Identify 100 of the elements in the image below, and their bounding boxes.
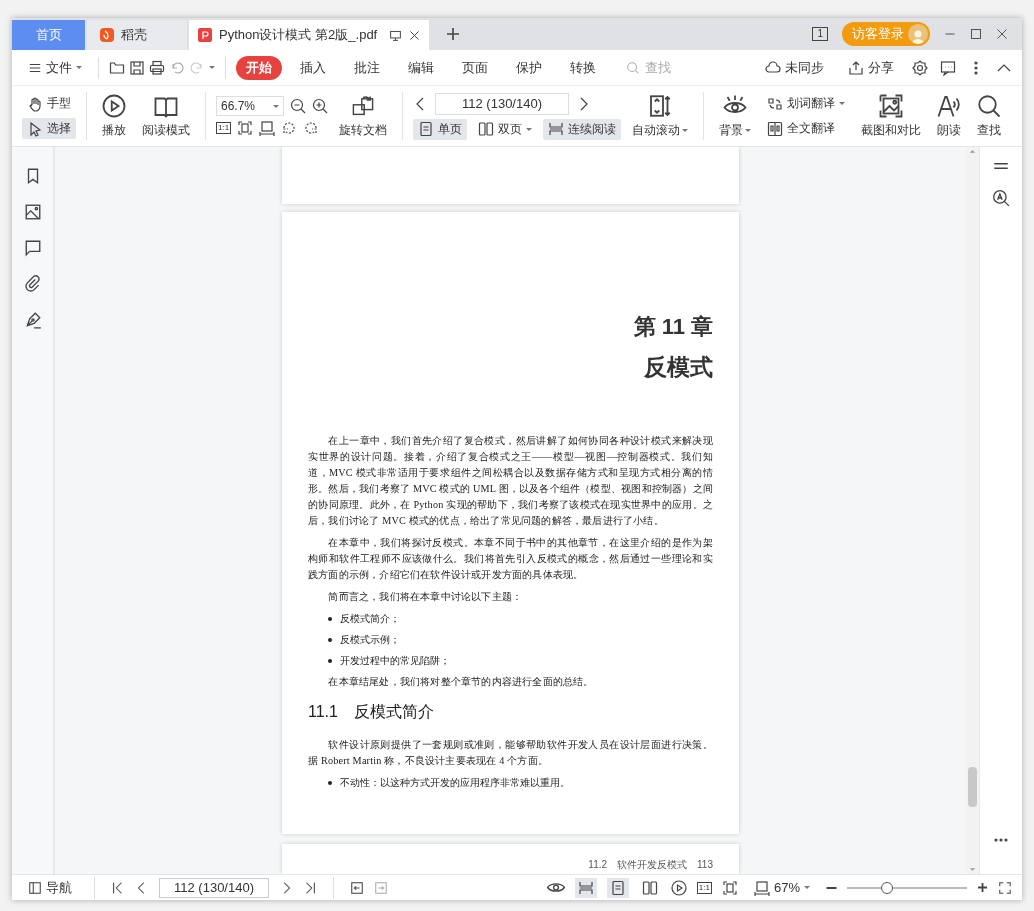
read-aloud-icon xyxy=(937,93,961,118)
hand-icon xyxy=(27,95,43,112)
page-number-field[interactable]: 112 (130/140) xyxy=(159,877,269,898)
ribbon-tab[interactable]: 开始 xyxy=(236,55,282,80)
rotate-document-icon xyxy=(351,93,375,118)
translate-button[interactable]: 划词翻译 xyxy=(762,93,850,114)
forward-icon xyxy=(374,880,388,895)
close-icon xyxy=(408,28,422,42)
caret-down-icon xyxy=(745,128,751,132)
zoom-dropdown[interactable]: 67% xyxy=(747,876,816,899)
bullet-icon xyxy=(328,659,332,663)
fit-page-icon xyxy=(721,879,738,896)
body-paragraph: 在本章结尾处，我们将对整个章节的内容进行全面的总结。 xyxy=(327,675,595,689)
plus-icon xyxy=(445,26,462,42)
pen-icon xyxy=(23,311,42,329)
play-icon xyxy=(102,93,126,118)
chapter-title: 反模式 xyxy=(643,353,713,382)
auto-scroll-button[interactable]: 自动滚动 xyxy=(627,91,693,141)
zoom-dropdown[interactable]: 66.7% xyxy=(216,96,284,116)
cursor-tool-button[interactable]: 手型 xyxy=(22,93,76,114)
window-count-badge[interactable]: 1 xyxy=(812,27,828,41)
bullet-icon xyxy=(328,617,332,621)
continuous-page-icon xyxy=(548,121,564,137)
fullscreen-icon xyxy=(998,880,1012,895)
body-paragraph: 在上一章中，我们首先介绍了复合模式，然后讲解了如何协同各种设计模式来解决现实世界的设计问题。接着，介绍了复合模式之王——模型—视图—控制器模式。我们知道，MVC 模式非常适用于要求组件之间松耦合以及数据存储方式和呈现方式相分离的情形。然后，我们考察了 MVC 模式的 UML 图，以及各个组件（模型、视图和控制器）之间的协同原理。此外，在 Python 实现的帮助下，我们考察了该模式在现实世界中的应用。之后，我们讨论了 MVC 模式的优点，给出了常见问题的解答，最后进行了小结。 xyxy=(308,434,713,528)
paperclip-icon xyxy=(23,275,42,293)
caret-down-icon xyxy=(273,104,279,108)
slider-thumb[interactable] xyxy=(880,881,893,894)
page-header-text: 11.2 软件开发反模式 113 xyxy=(588,858,713,872)
zoom-in-icon xyxy=(977,882,988,893)
search-field[interactable]: 查找 xyxy=(626,59,687,76)
pointer-icon xyxy=(27,120,43,137)
ribbon-tab[interactable]: 批注 xyxy=(344,55,390,80)
double-page-icon xyxy=(641,879,658,896)
section-heading: 11.1 反模式简介 xyxy=(308,702,435,722)
ribbon-tab[interactable]: 编辑 xyxy=(398,55,444,80)
ribbon-tab[interactable]: 插入 xyxy=(290,55,336,80)
translate-button[interactable]: 全文翻译 xyxy=(762,118,850,139)
page-mode-button[interactable]: 双页 xyxy=(473,118,537,140)
auto-scroll-icon xyxy=(648,93,672,118)
back-icon xyxy=(350,880,364,895)
document-tab[interactable]: Python设计模式 第2版_.pdf xyxy=(189,20,430,50)
last-page-icon xyxy=(303,880,317,895)
bullet-icon xyxy=(328,781,332,785)
caret-down-icon xyxy=(804,886,810,889)
continuous-page-icon xyxy=(577,879,594,896)
view-mode-button[interactable]: 播放 xyxy=(97,91,131,141)
share-button[interactable]: 分享 xyxy=(842,55,900,80)
caret-down-icon xyxy=(76,66,82,69)
flame-logo-icon xyxy=(99,27,115,43)
ribbon-tab[interactable]: 转换 xyxy=(560,55,606,80)
rotate-document-button[interactable]: 旋转文档 xyxy=(334,91,392,141)
screenshot-icon xyxy=(879,93,903,118)
page-mode-button[interactable]: 单页 xyxy=(413,118,467,140)
body-paragraph: 软件设计原则提供了一套规则或准则，能够帮助软件开发人员在设计层面进行决策。据 Robert Martin 称，不良设计主要表现在 4 个方面。 xyxy=(308,738,713,768)
pdf-file-icon xyxy=(197,27,213,43)
view-mode-button[interactable]: 阅读模式 xyxy=(137,91,195,141)
tool-button[interactable]: 查找 xyxy=(972,91,1006,141)
caret-down-icon xyxy=(209,66,215,69)
print-icon xyxy=(149,59,165,76)
play-icon xyxy=(670,879,687,896)
list-item-text: 反模式简介； xyxy=(340,612,400,626)
list-item-text: 反模式示例； xyxy=(340,633,400,647)
fit-width-icon xyxy=(259,120,276,136)
zoom-out-icon xyxy=(290,98,306,114)
rotate-counterclockwise-icon xyxy=(303,120,320,136)
single-page-icon xyxy=(609,879,626,896)
navigation-button[interactable]: 导航 xyxy=(22,875,78,900)
scroll-thumb[interactable] xyxy=(968,767,977,807)
page-number-field[interactable]: 112 (130/140) xyxy=(435,92,569,115)
comment-icon xyxy=(23,239,42,257)
message-icon xyxy=(940,59,956,76)
maximize-icon xyxy=(970,28,982,40)
list-item-text: 开发过程中的常见陷阱； xyxy=(340,654,450,668)
save-icon xyxy=(129,59,145,76)
first-page-icon xyxy=(111,880,125,895)
zoom-out-icon xyxy=(826,886,837,889)
document-tab[interactable]: 稻壳 xyxy=(87,20,187,50)
close-icon xyxy=(996,28,1008,40)
tool-button[interactable]: 截图和对比 xyxy=(856,91,926,141)
sync-button[interactable]: 未同步 xyxy=(759,55,830,80)
ribbon-tab[interactable]: 保护 xyxy=(506,55,552,80)
tool-button[interactable]: 朗读 xyxy=(932,91,966,141)
fit-page-icon xyxy=(237,120,254,136)
actual-size-button[interactable]: 1:1 xyxy=(696,881,712,894)
eye-icon xyxy=(546,883,565,892)
search-icon xyxy=(626,60,640,75)
share-icon xyxy=(848,59,864,76)
view-mode-toggle[interactable] xyxy=(606,877,629,898)
caret-down-icon xyxy=(682,128,688,132)
ribbon-tab[interactable]: 页面 xyxy=(452,55,498,80)
cursor-tool-button[interactable]: 选择 xyxy=(22,118,76,139)
actual-size-button[interactable]: 1:1 xyxy=(216,122,232,134)
redo-icon xyxy=(189,59,205,76)
background-button[interactable]: 背景 xyxy=(714,91,756,141)
view-mode-toggle[interactable] xyxy=(574,877,597,898)
file-menu[interactable]: 文件 xyxy=(22,55,88,80)
translate-document-icon xyxy=(767,120,783,137)
page-mode-button[interactable]: 连续阅读 xyxy=(543,118,621,140)
scrollbar[interactable] xyxy=(966,147,979,874)
